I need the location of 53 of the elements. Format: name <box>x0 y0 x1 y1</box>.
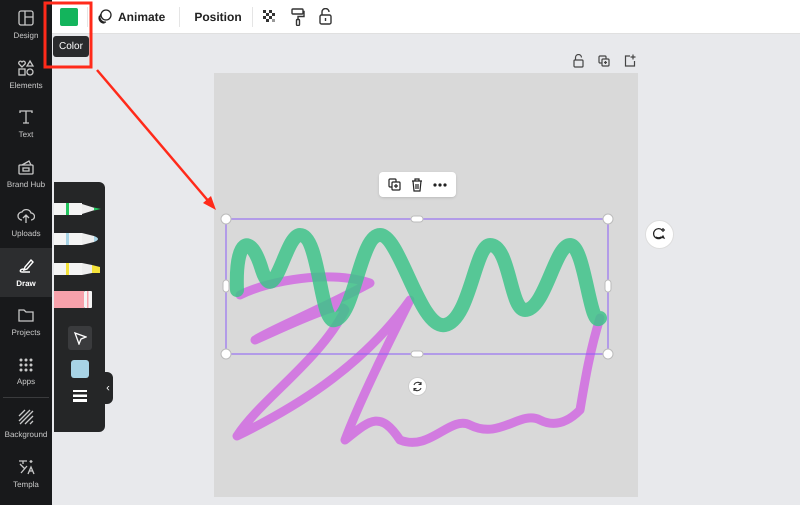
shapes-icon <box>17 58 35 77</box>
highlighter-tool[interactable] <box>54 262 102 276</box>
text-icon <box>17 108 35 126</box>
animate-icon <box>97 9 112 24</box>
stroke-weight-icon[interactable] <box>73 390 87 402</box>
sidebar-tab[interactable]: Projects <box>0 297 52 346</box>
more-icon[interactable] <box>433 182 447 186</box>
sidebar-label: Design <box>14 32 38 40</box>
pen-tool[interactable] <box>54 202 102 216</box>
animate-button[interactable]: Animate <box>118 8 166 26</box>
rotate-icon[interactable] <box>408 377 427 396</box>
copy-icon[interactable] <box>388 178 401 191</box>
sidebar-label: Templa <box>13 480 39 489</box>
color-picker-swatch[interactable] <box>71 360 89 378</box>
sidebar-label: Projects <box>12 329 40 338</box>
diagonal-lines-icon <box>17 408 35 426</box>
color-swatch[interactable] <box>60 8 78 26</box>
paint-roller-icon[interactable] <box>290 8 305 26</box>
sidebar-label: Brand Hub <box>6 180 46 189</box>
sidebar-tab[interactable]: Brand Hub <box>0 148 52 198</box>
sidebar-tab[interactable]: Uploads <box>0 198 52 248</box>
briefcase-icon <box>17 158 35 176</box>
sidebar-tab[interactable]: Draw <box>0 248 52 297</box>
cursor-icon <box>74 332 86 344</box>
sidebar-tab[interactable]: Text <box>0 99 52 148</box>
tooltip: Color <box>53 36 89 57</box>
add-page-icon[interactable] <box>624 54 636 67</box>
sidebar-label: Elements <box>9 82 43 90</box>
select-tool[interactable] <box>68 326 92 350</box>
collapse-tab[interactable]: ‹ <box>103 372 113 404</box>
translate-icon <box>17 458 35 476</box>
cloud-upload-icon <box>17 207 35 226</box>
transparency-icon[interactable] <box>262 10 277 24</box>
sidebar-label: Text <box>18 131 34 140</box>
sidebar-tab[interactable]: Apps <box>0 346 52 396</box>
sidebar-tab[interactable]: Background <box>0 399 52 448</box>
sidebar-label: Uploads <box>11 230 41 238</box>
annotation-highlight-box <box>43 1 93 69</box>
sidebar-label: Background <box>4 431 48 440</box>
sidebar-tab[interactable]: Elements <box>0 50 52 99</box>
sidebar-label: Draw <box>16 280 36 288</box>
sidebar-tab[interactable]: Design <box>0 0 52 50</box>
position-button[interactable]: Position <box>194 8 242 26</box>
add-comment-icon[interactable] <box>645 220 674 249</box>
duplicate-page-icon[interactable] <box>598 55 610 67</box>
lock-icon[interactable] <box>318 8 332 25</box>
pen-icon <box>17 256 35 275</box>
grid-icon <box>18 356 34 373</box>
sidebar-label: Apps <box>16 378 36 386</box>
sidebar-tab[interactable]: Templa <box>0 448 52 498</box>
layout-icon <box>17 9 35 28</box>
lock-icon[interactable] <box>573 54 584 68</box>
trash-icon[interactable] <box>411 178 423 192</box>
